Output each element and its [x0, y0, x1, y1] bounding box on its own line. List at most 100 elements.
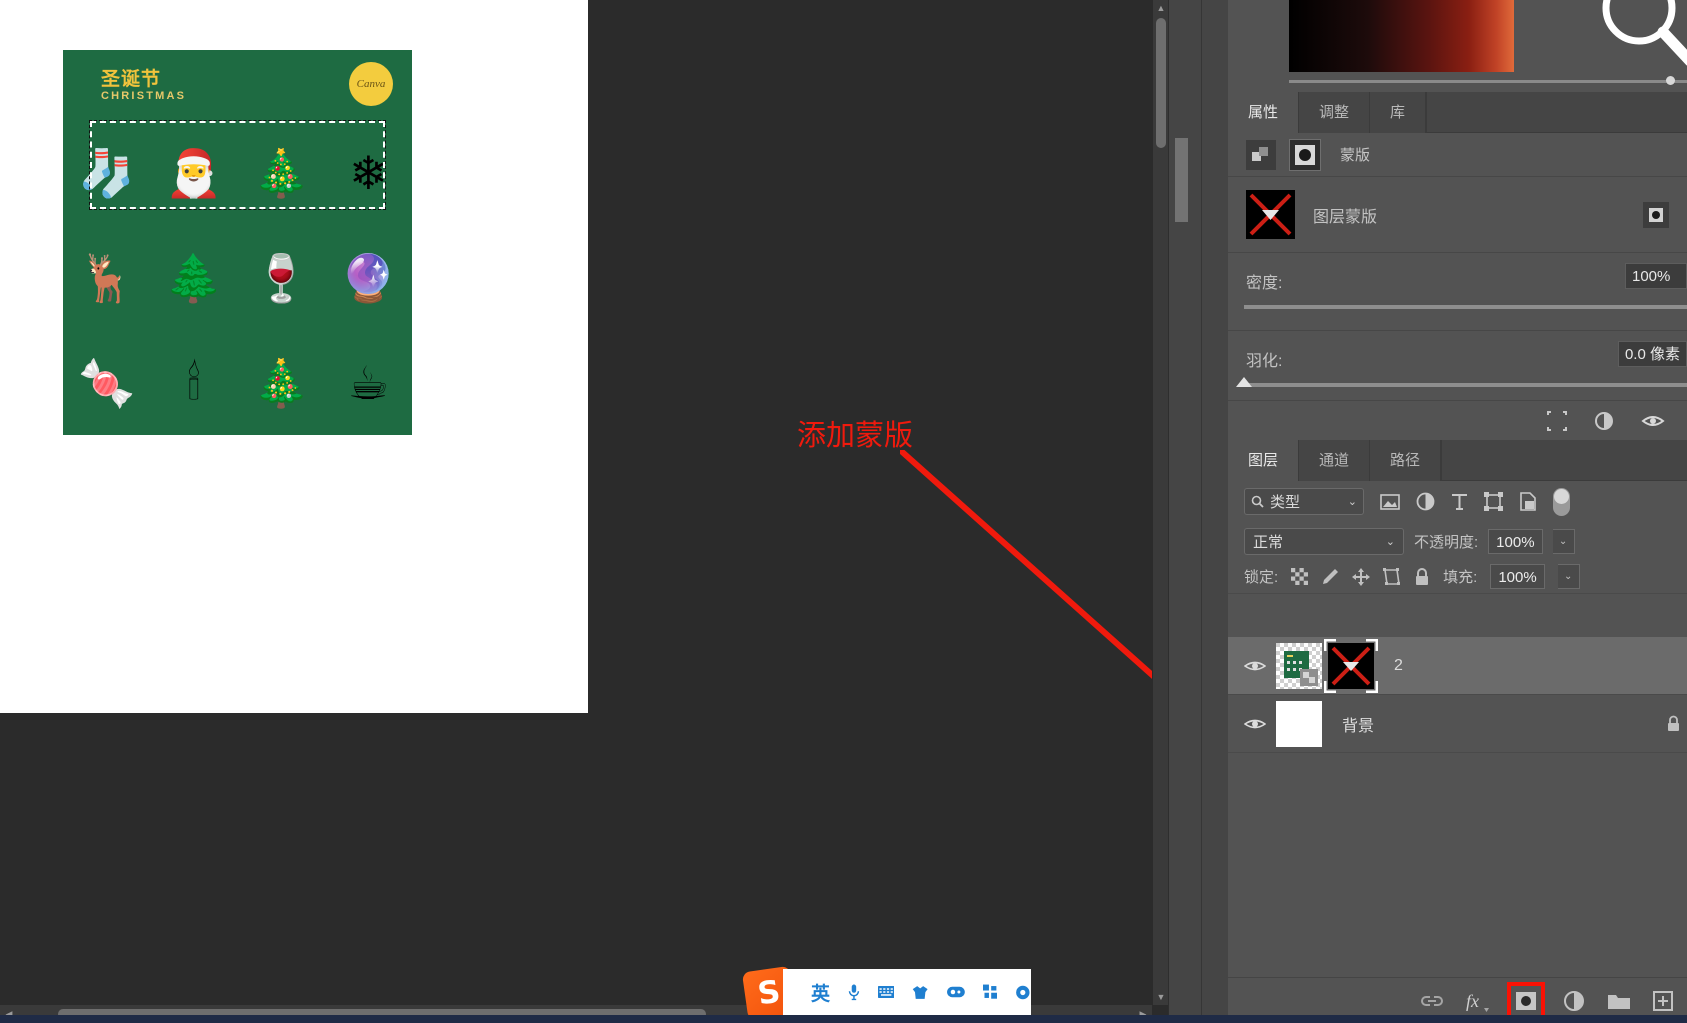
preview-slider-knob[interactable] — [1666, 76, 1675, 85]
lock-transparent-pixels-icon[interactable] — [1291, 568, 1309, 585]
properties-header-label: 蒙版 — [1340, 147, 1371, 164]
artwork-icon: 🌲 — [165, 251, 223, 304]
tab-properties[interactable]: 属性 — [1228, 92, 1300, 133]
tab-channels[interactable]: 通道 — [1299, 440, 1371, 481]
add-layer-mask-icon — [1516, 991, 1536, 1010]
apps-icon[interactable] — [982, 982, 998, 1002]
tab-paths[interactable]: 路径 — [1370, 440, 1442, 481]
filter-enable-toggle[interactable] — [1553, 487, 1570, 516]
layer-thumbnail[interactable] — [1276, 642, 1322, 689]
pixel-mask-type-button[interactable] — [1246, 139, 1276, 170]
invert-mask-icon[interactable] — [1593, 411, 1615, 431]
type-filter-icon[interactable] — [1451, 493, 1468, 511]
artwork-subtitle: CHRISTMAS — [101, 90, 187, 102]
add-layer-mask-button[interactable] — [1507, 981, 1545, 1020]
gradient-preview[interactable] — [1289, 0, 1514, 72]
selection-marquee — [89, 120, 386, 210]
chevron-down-icon[interactable]: ⌄ — [1348, 495, 1357, 508]
opacity-value[interactable]: 100% — [1488, 528, 1543, 554]
toolbox-icon[interactable] — [946, 983, 965, 1001]
lock-artboard-nesting-icon[interactable] — [1383, 567, 1401, 586]
tab-row-filler — [1426, 92, 1687, 132]
dock-scroll-thumb[interactable] — [1175, 138, 1188, 222]
properties-footer — [1228, 400, 1687, 440]
density-value[interactable]: 100% — [1625, 263, 1687, 289]
layer-filter-type-select[interactable]: 类型 ⌄ — [1244, 488, 1364, 515]
canvas-sheet[interactable]: 圣诞节 CHRISTMAS Canva 🧦 🎅 🎄 ❄ 🦌 🌲 🍷 🔮 🍬 🕯 … — [0, 0, 588, 713]
feather-label: 羽化: — [1246, 353, 1283, 370]
tab-adjustments[interactable]: 调整 — [1299, 92, 1371, 133]
new-layer-icon[interactable] — [1653, 990, 1673, 1011]
select-and-mask-icon[interactable] — [1547, 410, 1567, 431]
color-preview-strip[interactable] — [1228, 0, 1687, 92]
canvas-vertical-scrollbar[interactable]: ▲ ▼ — [1152, 0, 1168, 1005]
layer-visibility-toggle[interactable] — [1234, 659, 1276, 673]
opacity-stepper-icon[interactable]: ⌄ — [1552, 528, 1575, 554]
feather-slider-track[interactable] — [1244, 383, 1687, 387]
feather-value[interactable]: 0.0 像素 — [1617, 341, 1687, 367]
blend-mode-row: 正常 ⌄ 不透明度: 100% ⌄ — [1228, 522, 1687, 560]
microphone-icon[interactable] — [848, 981, 860, 1003]
artwork-image[interactable]: 圣诞节 CHRISTMAS Canva 🧦 🎅 🎄 ❄ 🦌 🌲 🍷 🔮 🍬 🕯 … — [63, 50, 412, 435]
search-icon — [1251, 495, 1264, 508]
properties-header: 蒙版 — [1228, 133, 1687, 177]
link-layers-icon[interactable] — [1421, 994, 1443, 1008]
lock-all-icon[interactable] — [1414, 567, 1430, 586]
mask-options-button[interactable] — [1643, 201, 1669, 228]
layer-mask-thumbnail[interactable] — [1246, 190, 1295, 239]
scroll-up-icon[interactable]: ▲ — [1153, 0, 1169, 16]
eye-icon — [1244, 661, 1266, 670]
keyboard-icon[interactable] — [877, 984, 895, 1000]
adjustment-filter-icon[interactable] — [1416, 492, 1435, 511]
pixel-filter-icon[interactable] — [1380, 493, 1400, 510]
mask-square-icon — [1649, 207, 1663, 222]
new-group-icon[interactable] — [1607, 991, 1631, 1010]
fill-value[interactable]: 100% — [1490, 564, 1545, 589]
lock-image-pixels-icon[interactable] — [1321, 568, 1339, 586]
panel-dock-rail[interactable] — [1168, 0, 1228, 1023]
settings-icon[interactable] — [1015, 982, 1031, 1003]
layer-style-fx-icon[interactable]: fx — [1465, 989, 1489, 1013]
layer-mask-thumbnail[interactable] — [1324, 638, 1378, 693]
lock-row: 锁定: 填充: 100% ⌄ — [1228, 560, 1687, 594]
vector-mask-type-button[interactable] — [1289, 138, 1321, 171]
artwork-icon: 🕯 — [187, 356, 201, 409]
toggle-mask-visibility-icon[interactable] — [1641, 413, 1665, 429]
new-fill-adjustment-layer-icon[interactable] — [1563, 990, 1585, 1012]
mask-row[interactable]: 图层蒙版 — [1228, 177, 1687, 253]
skin-icon[interactable] — [912, 983, 928, 1002]
feather-control[interactable]: 羽化: 0.0 像素 — [1228, 331, 1687, 409]
fill-stepper-icon[interactable]: ⌄ — [1557, 564, 1580, 589]
tab-libraries[interactable]: 库 — [1370, 92, 1427, 133]
document-canvas-area[interactable]: 圣诞节 CHRISTMAS Canva 🧦 🎅 🎄 ❄ 🦌 🌲 🍷 🔮 🍬 🕯 … — [0, 0, 1400, 1023]
shape-filter-icon[interactable] — [1484, 492, 1503, 511]
scroll-down-icon[interactable]: ▼ — [1153, 989, 1169, 1005]
mask-circle-icon — [1295, 144, 1315, 165]
lock-position-icon[interactable] — [1352, 567, 1371, 586]
white-background-thumbnail-icon — [1276, 700, 1322, 747]
tab-layers[interactable]: 图层 — [1228, 440, 1300, 481]
ime-language-button[interactable]: 英 — [811, 979, 830, 1006]
christmas-artwork-thumbnail-icon — [1276, 642, 1322, 689]
table-row[interactable]: 背景 — [1228, 695, 1687, 753]
smart-object-filter-icon[interactable] — [1519, 492, 1537, 511]
chevron-down-icon[interactable]: ⌄ — [1386, 535, 1395, 548]
density-slider-track[interactable] — [1244, 305, 1687, 309]
mask-selected-brackets-icon — [1324, 638, 1378, 693]
windows-taskbar[interactable] — [0, 1015, 1687, 1023]
ime-toolbar[interactable]: 英 — [783, 969, 1031, 1015]
layer-name[interactable]: 背景 — [1342, 712, 1374, 736]
table-row[interactable]: 2 — [1228, 637, 1687, 695]
preview-slider[interactable] — [1289, 76, 1687, 86]
blend-mode-select[interactable]: 正常 ⌄ — [1244, 527, 1404, 555]
feather-slider-handle[interactable] — [1236, 377, 1252, 387]
density-control[interactable]: 密度: 100% — [1228, 253, 1687, 331]
lock-all-icon[interactable] — [1666, 715, 1681, 732]
artwork-row: 🦌 🌲 🍷 🔮 — [63, 225, 412, 330]
layer-name[interactable]: 2 — [1394, 657, 1403, 675]
layer-thumbnail[interactable] — [1276, 700, 1322, 747]
layer-list[interactable]: 2 背景 — [1228, 637, 1687, 943]
canvas-vertical-scroll-thumb[interactable] — [1156, 18, 1166, 148]
dock-divider — [1201, 0, 1202, 1023]
layer-visibility-toggle[interactable] — [1234, 717, 1276, 731]
